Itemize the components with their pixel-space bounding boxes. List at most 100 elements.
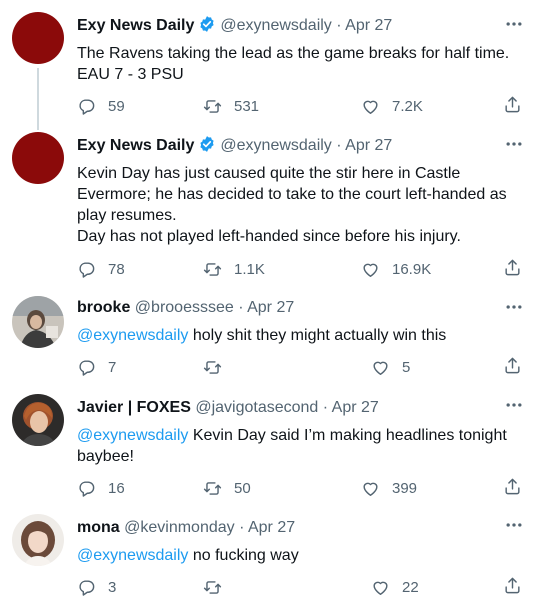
reply-icon bbox=[77, 358, 96, 377]
retweet-button[interactable] bbox=[203, 576, 234, 598]
more-icon[interactable] bbox=[504, 515, 524, 535]
tweet[interactable]: Javier | FOXES @javigotasecond · Apr 27 … bbox=[0, 388, 540, 508]
timestamp[interactable]: Apr 27 bbox=[248, 519, 295, 536]
reply-count: 78 bbox=[108, 260, 125, 278]
reply-button[interactable]: 16 bbox=[77, 477, 125, 499]
reply-count: 59 bbox=[108, 97, 125, 115]
reply-count: 7 bbox=[108, 358, 117, 376]
tweet[interactable]: Exy News Daily @exynewsdaily · Apr 27 The… bbox=[0, 0, 540, 128]
tweet-actions: 59 531 7.2K bbox=[77, 95, 522, 117]
reply-button[interactable]: 7 bbox=[77, 356, 116, 378]
display-name[interactable]: Javier | FOXES bbox=[77, 399, 191, 416]
tweet[interactable]: Exy News Daily @exynewsdaily · Apr 27 Kev… bbox=[0, 128, 540, 288]
separator-dot: · bbox=[239, 519, 245, 536]
separator-dot: · bbox=[336, 17, 342, 34]
more-icon[interactable] bbox=[504, 297, 524, 317]
like-count: 5 bbox=[402, 358, 411, 376]
retweet-button[interactable]: 531 bbox=[203, 95, 259, 117]
retweet-button[interactable] bbox=[203, 356, 234, 378]
more-icon[interactable] bbox=[504, 14, 524, 34]
heart-icon bbox=[361, 260, 380, 279]
retweet-count: 1.1K bbox=[234, 260, 265, 278]
mention-link[interactable]: @exynewsdaily bbox=[77, 427, 188, 444]
like-button[interactable]: 16.9K bbox=[361, 258, 431, 280]
reply-button[interactable]: 78 bbox=[77, 258, 125, 280]
reply-button[interactable]: 59 bbox=[77, 95, 125, 117]
handle[interactable]: @exynewsdaily bbox=[220, 137, 331, 154]
mention-link[interactable]: @exynewsdaily bbox=[77, 327, 188, 344]
display-name[interactable]: Exy News Daily bbox=[77, 17, 194, 34]
display-name[interactable]: brooke bbox=[77, 299, 130, 316]
retweet-count: 531 bbox=[234, 97, 260, 115]
retweet-icon bbox=[203, 97, 222, 116]
tweet-header: Javier | FOXES @javigotasecond · Apr 27 bbox=[77, 398, 379, 418]
handle[interactable]: @exynewsdaily bbox=[220, 17, 331, 34]
share-icon[interactable] bbox=[503, 356, 522, 375]
like-count: 16.9K bbox=[392, 260, 432, 278]
reply-count: 3 bbox=[108, 578, 117, 596]
avatar[interactable] bbox=[12, 394, 64, 446]
display-name[interactable]: Exy News Daily bbox=[77, 137, 194, 154]
avatar[interactable] bbox=[12, 514, 64, 566]
reply-icon bbox=[77, 578, 96, 597]
share-icon[interactable] bbox=[503, 95, 522, 114]
heart-icon bbox=[361, 479, 380, 498]
tweet-text: @exynewsdaily no fucking way bbox=[77, 545, 517, 566]
tweet-actions: 3 22 bbox=[77, 576, 522, 598]
avatar[interactable] bbox=[12, 12, 64, 64]
more-icon[interactable] bbox=[504, 134, 524, 154]
tweet-text-content: holy shit they might actually win this bbox=[188, 327, 447, 344]
like-button[interactable]: 22 bbox=[371, 576, 419, 598]
retweet-button[interactable]: 50 bbox=[203, 477, 251, 499]
timestamp[interactable]: Apr 27 bbox=[345, 17, 392, 34]
handle[interactable]: @kevinmonday bbox=[124, 519, 235, 536]
mention-link[interactable]: @exynewsdaily bbox=[77, 547, 188, 564]
like-count: 7.2K bbox=[392, 97, 423, 115]
tweet-actions: 16 50 399 bbox=[77, 477, 522, 499]
tweet[interactable]: brooke @brooesssee · Apr 27 @exynewsdail… bbox=[0, 288, 540, 388]
share-icon[interactable] bbox=[503, 477, 522, 496]
separator-dot: · bbox=[238, 299, 244, 316]
retweet-count: 50 bbox=[234, 479, 251, 497]
timestamp[interactable]: Apr 27 bbox=[332, 399, 379, 416]
tweet[interactable]: mona @kevinmonday · Apr 27 @exynewsdaily… bbox=[0, 508, 540, 609]
tweet-header: mona @kevinmonday · Apr 27 bbox=[77, 518, 295, 538]
like-button[interactable]: 399 bbox=[361, 477, 417, 499]
heart-icon bbox=[361, 97, 380, 116]
tweet-text: @exynewsdaily Kevin Day said I’m making … bbox=[77, 425, 517, 467]
like-count: 399 bbox=[392, 479, 418, 497]
reply-icon bbox=[77, 260, 96, 279]
timestamp[interactable]: Apr 27 bbox=[247, 299, 294, 316]
reply-button[interactable]: 3 bbox=[77, 576, 116, 598]
share-icon[interactable] bbox=[503, 258, 522, 277]
reply-icon bbox=[77, 97, 96, 116]
like-button[interactable]: 7.2K bbox=[361, 95, 423, 117]
retweet-icon bbox=[203, 260, 222, 279]
display-name[interactable]: mona bbox=[77, 519, 120, 536]
more-icon[interactable] bbox=[504, 395, 524, 415]
tweet-actions: 78 1.1K 16.9K bbox=[77, 258, 522, 280]
tweet-actions: 7 5 bbox=[77, 356, 522, 378]
verified-badge-icon bbox=[198, 135, 216, 153]
verified-badge-icon bbox=[198, 15, 216, 33]
retweet-icon bbox=[203, 578, 222, 597]
tweet-text: The Ravens taking the lead as the game b… bbox=[77, 45, 510, 83]
separator-dot: · bbox=[322, 399, 329, 416]
retweet-icon bbox=[203, 358, 222, 377]
tweet-text: @exynewsdaily holy shit they might actua… bbox=[77, 325, 517, 346]
tweet-text-content: no fucking way bbox=[188, 547, 299, 564]
tweet-header: Exy News Daily @exynewsdaily · Apr 27 bbox=[77, 15, 392, 36]
tweet-header: brooke @brooesssee · Apr 27 bbox=[77, 298, 294, 318]
avatar[interactable] bbox=[12, 132, 64, 184]
share-icon[interactable] bbox=[503, 576, 522, 595]
handle[interactable]: @brooesssee bbox=[135, 299, 234, 316]
handle[interactable]: @javigotasecond bbox=[195, 399, 318, 416]
like-count: 22 bbox=[402, 578, 419, 596]
avatar[interactable] bbox=[12, 296, 64, 348]
timestamp[interactable]: Apr 27 bbox=[345, 137, 392, 154]
reply-icon bbox=[77, 479, 96, 498]
like-button[interactable]: 5 bbox=[371, 356, 410, 378]
separator-dot: · bbox=[336, 137, 342, 154]
tweet-text: Kevin Day has just caused quite the stir… bbox=[77, 165, 507, 245]
retweet-button[interactable]: 1.1K bbox=[203, 258, 265, 280]
